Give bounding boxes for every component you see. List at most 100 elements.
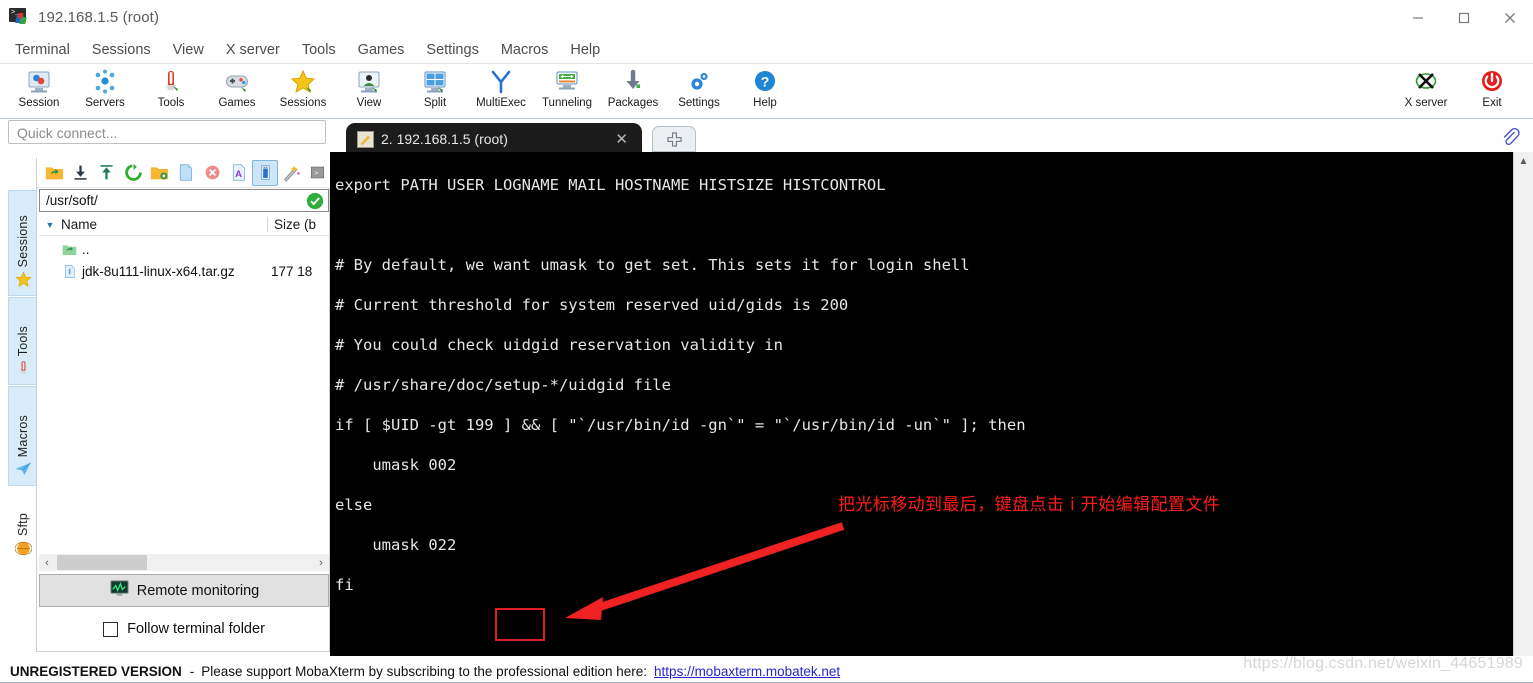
parent-folder-icon	[61, 241, 77, 257]
permissions-magic-icon[interactable]	[278, 160, 304, 186]
sidebar-tab-sessions-label: Sessions	[16, 214, 30, 267]
toolbar-session-button[interactable]: Session	[6, 65, 72, 117]
binary-view-icon[interactable]	[251, 159, 279, 186]
table-row[interactable]: jdk-8u111-linux-x64.tar.gz 177 18	[39, 260, 329, 282]
close-button[interactable]	[1487, 0, 1533, 36]
scrollbar-thumb[interactable]	[57, 555, 147, 570]
scroll-left-arrow-icon[interactable]: ‹	[39, 557, 55, 569]
view-monitor-icon	[354, 68, 384, 96]
new-folder-icon[interactable]	[146, 160, 172, 186]
toolbar-view-label: View	[356, 97, 382, 109]
close-icon[interactable]: ✕	[615, 130, 628, 148]
column-header-name[interactable]: Name	[61, 217, 267, 232]
sidebar-tab-macros[interactable]: Macros	[8, 386, 38, 486]
menu-terminal[interactable]: Terminal	[4, 40, 81, 60]
terminal-tab[interactable]: 2. 192.168.1.5 (root) ✕	[346, 123, 642, 155]
toolbar-servers-button[interactable]: Servers	[72, 65, 138, 117]
refresh-icon[interactable]	[120, 160, 146, 186]
monitor-graph-icon	[109, 578, 130, 603]
window-title: 192.168.1.5 (root)	[38, 9, 160, 26]
toolbar-packages-label: Packages	[607, 97, 659, 109]
menu-bar: Terminal Sessions View X server Tools Ga…	[0, 36, 1533, 64]
scroll-up-arrow-icon[interactable]: ▲	[1514, 152, 1533, 170]
ssh-tab-icon	[357, 130, 374, 148]
minimize-button[interactable]	[1395, 0, 1441, 36]
menu-view[interactable]: View	[162, 40, 215, 60]
file-row-name-cell: ..	[39, 241, 267, 257]
terminal-cmd-icon[interactable]: >	[305, 160, 331, 186]
toolbar-view-button[interactable]: View	[336, 65, 402, 117]
sidebar-tab-sessions[interactable]: Sessions	[8, 190, 38, 296]
sidebar-tab-tools[interactable]: Tools	[8, 297, 38, 385]
split-grid-icon	[420, 68, 450, 96]
terminal-output[interactable]: export PATH USER LOGNAME MAIL HOSTNAME H…	[330, 152, 1513, 656]
text-view-icon[interactable]: A	[226, 160, 252, 186]
toolbar-help-button[interactable]: ? Help	[732, 65, 798, 117]
star-icon	[15, 269, 32, 289]
upload-icon[interactable]	[94, 160, 120, 186]
quick-connect-input[interactable]: Quick connect...	[8, 120, 326, 144]
toolbar-games-button[interactable]: Games	[204, 65, 270, 117]
menu-macros[interactable]: Macros	[490, 40, 560, 60]
star-icon	[288, 68, 318, 96]
toolbar-exit-label: Exit	[1482, 97, 1502, 109]
toolbar-x-server-button[interactable]: X server	[1393, 65, 1459, 117]
table-row[interactable]: ..	[39, 238, 329, 260]
follow-terminal-folder-row[interactable]: Follow terminal folder	[39, 614, 329, 644]
toolbar-tunneling-button[interactable]: Tunneling	[534, 65, 600, 117]
column-header-size[interactable]: Size (b	[267, 217, 329, 232]
menu-sessions[interactable]: Sessions	[81, 40, 162, 60]
status-message: Please support MobaXterm by subscribing …	[201, 663, 648, 679]
toolbar-settings-button[interactable]: Settings	[666, 65, 732, 117]
svg-text:A: A	[235, 169, 242, 180]
toolbar-right-group: X server Exit	[1393, 65, 1525, 117]
paper-plane-icon	[14, 459, 32, 479]
scroll-right-arrow-icon[interactable]: ›	[313, 557, 329, 569]
delete-icon[interactable]	[199, 160, 225, 186]
follow-terminal-folder-label: Follow terminal folder	[127, 621, 265, 637]
remote-monitoring-button[interactable]: Remote monitoring	[39, 574, 329, 607]
sidebar-tab-sftp-label: Sftp	[16, 512, 30, 536]
menu-tools[interactable]: Tools	[291, 40, 347, 60]
menu-settings[interactable]: Settings	[415, 40, 489, 60]
svg-text:>: >	[315, 170, 319, 177]
x-server-icon	[1411, 68, 1441, 96]
toolbar-split-label: Split	[423, 97, 447, 109]
toolbar-tools-button[interactable]: Tools	[138, 65, 204, 117]
file-browser-path-input[interactable]: /usr/soft/	[39, 189, 329, 212]
menu-help[interactable]: Help	[559, 40, 611, 60]
toolbar-sessions-button[interactable]: Sessions	[270, 65, 336, 117]
toolbar-packages-button[interactable]: Packages	[600, 65, 666, 117]
terminal-tab-strip: 2. 192.168.1.5 (root) ✕	[330, 119, 1533, 155]
parent-folder-icon[interactable]	[41, 160, 67, 186]
menu-games[interactable]: Games	[347, 40, 416, 60]
maximize-button[interactable]	[1441, 0, 1487, 36]
follow-terminal-folder-checkbox[interactable]	[103, 621, 119, 637]
annotation-note: 把光标移动到最后，键盘点击 i 开始编辑配置文件	[838, 495, 1221, 515]
toolbar-tunneling-label: Tunneling	[541, 97, 593, 109]
remote-monitoring-label: Remote monitoring	[136, 582, 260, 599]
file-browser-horizontal-scrollbar[interactable]: ‹ ›	[39, 554, 329, 571]
mobaxterm-link[interactable]: https://mobaxterm.mobatek.net	[654, 664, 840, 679]
new-file-icon[interactable]	[173, 160, 199, 186]
archive-file-icon	[61, 263, 77, 279]
toolbar-x-server-label: X server	[1404, 97, 1448, 109]
paperclip-icon[interactable]	[1499, 126, 1521, 148]
new-tab-button[interactable]	[652, 126, 696, 152]
download-icon[interactable]	[67, 160, 93, 186]
sidebar-tab-sftp[interactable]: Sftp	[8, 487, 38, 565]
terminal-scrollbar[interactable]: ▲	[1513, 152, 1533, 656]
tools-knife-icon	[156, 68, 186, 96]
file-browser-path-value: /usr/soft/	[46, 193, 98, 208]
toolbar-exit-button[interactable]: Exit	[1459, 65, 1525, 117]
sidebar-vertical-tabs: Sessions Tools Macros Sftp	[4, 158, 38, 565]
toolbar-split-button[interactable]: Split	[402, 65, 468, 117]
toolbar-tools-label: Tools	[157, 97, 185, 109]
terminal-line: # Current threshold for system reserved …	[335, 296, 849, 314]
menu-x-server[interactable]: X server	[215, 40, 291, 60]
terminal-line: # /usr/share/doc/setup-*/uidgid file	[335, 376, 671, 394]
toolbar-multiexec-button[interactable]: MultiExec	[468, 65, 534, 117]
terminal-line: umask 022	[335, 536, 457, 554]
sort-caret-icon[interactable]: ▼	[39, 220, 61, 230]
